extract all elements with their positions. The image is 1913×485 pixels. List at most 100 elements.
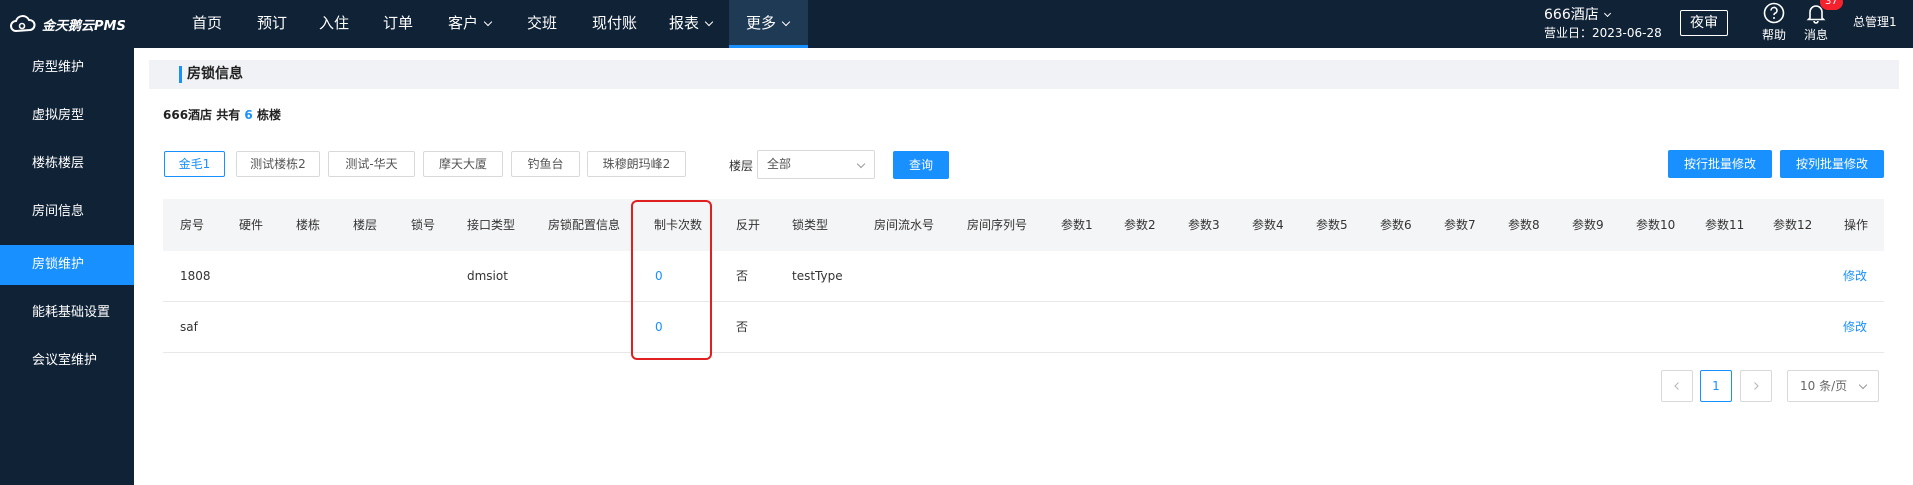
prev-page-button[interactable] bbox=[1661, 370, 1693, 402]
nav-reservation[interactable]: 预订 bbox=[257, 0, 287, 48]
col-param-3: 参数3 bbox=[1188, 218, 1220, 232]
building-tab-2[interactable]: 测试楼栋2 bbox=[236, 151, 320, 177]
nav-reports[interactable]: 报表 bbox=[669, 0, 714, 48]
section-accent-bar bbox=[179, 66, 182, 83]
nav-orders[interactable]: 订单 bbox=[383, 0, 413, 48]
highlight-box bbox=[631, 200, 712, 360]
col-lock-config: 房锁配置信息 bbox=[548, 218, 621, 232]
lock-type-cell: testType bbox=[792, 269, 843, 283]
nav-more-label: 更多 bbox=[746, 14, 777, 32]
col-hardware: 硬件 bbox=[239, 218, 264, 232]
edit-link[interactable]: 修改 bbox=[1843, 251, 1867, 302]
col-lock-no: 锁号 bbox=[411, 218, 436, 232]
room-no-cell: saf bbox=[180, 320, 198, 334]
logo[interactable]: 金天鹅云PMS bbox=[8, 13, 126, 35]
col-building: 楼栋 bbox=[296, 218, 321, 232]
batch-column-edit-button[interactable]: 按列批量修改 bbox=[1780, 150, 1884, 178]
col-param-1: 参数1 bbox=[1061, 218, 1093, 232]
night-audit-button[interactable]: 夜审 bbox=[1680, 10, 1728, 36]
col-reverse-open: 反开 bbox=[736, 218, 761, 232]
table-row: saf 0 否 修改 bbox=[163, 302, 1884, 353]
sidebar-item-room-info[interactable]: 房间信息 bbox=[0, 192, 134, 232]
messages-button[interactable]: 37 消息 bbox=[1798, 0, 1843, 46]
help-button[interactable]: 帮助 bbox=[1756, 2, 1792, 46]
cloud-logo-icon bbox=[10, 15, 36, 33]
chevron-down-icon bbox=[704, 17, 714, 27]
sidebar: 房型维护 虚拟房型 楼栋楼层 房间信息 房锁维护 能耗基础设置 会议室维护 bbox=[0, 48, 134, 485]
building-count: 6 bbox=[244, 108, 253, 122]
chevron-right-icon bbox=[1754, 382, 1759, 390]
hotel-selector[interactable]: 666酒店 bbox=[1544, 4, 1611, 24]
col-interface-type: 接口类型 bbox=[467, 218, 516, 232]
chevron-down-icon bbox=[1858, 380, 1868, 390]
nav-home[interactable]: 首页 bbox=[192, 0, 222, 48]
chevron-down-icon bbox=[781, 17, 791, 27]
col-param-2: 参数2 bbox=[1124, 218, 1156, 232]
chevron-down-icon bbox=[1603, 9, 1611, 18]
col-param-9: 参数9 bbox=[1572, 218, 1604, 232]
nav-more[interactable]: 更多 bbox=[729, 0, 808, 48]
summary-hotel: 666酒店 bbox=[163, 108, 213, 122]
nav-customers[interactable]: 客户 bbox=[448, 0, 493, 48]
reverse-open-cell: 否 bbox=[736, 320, 749, 334]
nav-cash-account[interactable]: 现付账 bbox=[592, 0, 637, 48]
reverse-open-cell: 否 bbox=[736, 269, 749, 283]
building-summary: 666酒店 共有 6 栋楼 bbox=[163, 106, 281, 123]
nav-checkin[interactable]: 入住 bbox=[319, 0, 349, 48]
table-row: 1808 dmsiot 0 否 testType 修改 bbox=[163, 251, 1884, 302]
nav-reports-label: 报表 bbox=[669, 14, 700, 32]
floor-label: 楼层 bbox=[729, 159, 754, 173]
interface-type-cell: dmsiot bbox=[467, 269, 508, 283]
building-tab-1[interactable]: 金毛1 bbox=[164, 151, 225, 177]
summary-mid: 共有 bbox=[212, 108, 245, 122]
col-param-10: 参数10 bbox=[1636, 218, 1676, 232]
top-navbar: 金天鹅云PMS 首页 预订 入住 订单 客户 交班 现付账 报表 更多 666酒… bbox=[0, 0, 1913, 48]
col-room-no: 房号 bbox=[180, 218, 205, 232]
page-size-select[interactable]: 10 条/页 bbox=[1787, 370, 1879, 402]
col-floor: 楼层 bbox=[353, 218, 378, 232]
col-param-12: 参数12 bbox=[1773, 218, 1813, 232]
sidebar-item-lock-maintenance[interactable]: 房锁维护 bbox=[0, 245, 134, 285]
building-tab-4[interactable]: 摩天大厦 bbox=[423, 151, 503, 177]
col-param-4: 参数4 bbox=[1252, 218, 1284, 232]
floor-select[interactable]: 全部 bbox=[757, 150, 875, 179]
batch-row-edit-button[interactable]: 按行批量修改 bbox=[1668, 150, 1772, 178]
sidebar-item-virtual-room-types[interactable]: 虚拟房型 bbox=[0, 96, 134, 136]
help-label: 帮助 bbox=[1761, 28, 1786, 42]
edit-link[interactable]: 修改 bbox=[1843, 302, 1867, 353]
summary-suffix: 栋楼 bbox=[252, 108, 281, 122]
logo-text: 金天鹅云PMS bbox=[42, 18, 126, 34]
section-header: 房锁信息 bbox=[149, 60, 1899, 89]
col-actions: 操作 bbox=[1844, 218, 1869, 232]
col-param-5: 参数5 bbox=[1316, 218, 1348, 232]
query-button[interactable]: 查询 bbox=[893, 151, 949, 179]
col-param-11: 参数11 bbox=[1705, 218, 1745, 232]
sidebar-item-meeting-rooms[interactable]: 会议室维护 bbox=[0, 341, 134, 381]
building-tab-3[interactable]: 测试-华天 bbox=[328, 151, 415, 177]
chevron-down-icon bbox=[856, 159, 866, 169]
nav-shift[interactable]: 交班 bbox=[527, 0, 557, 48]
user-menu[interactable]: 总管理1 bbox=[1853, 13, 1897, 30]
next-page-button[interactable] bbox=[1740, 370, 1772, 402]
col-param-8: 参数8 bbox=[1508, 218, 1540, 232]
col-param-6: 参数6 bbox=[1380, 218, 1412, 232]
chevron-down-icon bbox=[483, 17, 493, 27]
sidebar-item-buildings-floors[interactable]: 楼栋楼层 bbox=[0, 144, 134, 184]
nav-customers-label: 客户 bbox=[448, 14, 479, 32]
col-room-sequence: 房间序列号 bbox=[967, 218, 1028, 232]
col-room-serial: 房间流水号 bbox=[874, 218, 935, 232]
floor-select-value: 全部 bbox=[767, 157, 792, 171]
sidebar-item-energy-settings[interactable]: 能耗基础设置 bbox=[0, 293, 134, 333]
col-param-7: 参数7 bbox=[1444, 218, 1476, 232]
messages-label: 消息 bbox=[1803, 28, 1828, 42]
page-number-button[interactable]: 1 bbox=[1700, 370, 1732, 402]
building-tab-5[interactable]: 钓鱼台 bbox=[511, 151, 580, 177]
chevron-left-icon bbox=[1674, 382, 1679, 390]
table-header: 房号 硬件 楼栋 楼层 锁号 接口类型 房锁配置信息 制卡次数 反开 锁类型 房… bbox=[163, 199, 1884, 251]
help-icon bbox=[1763, 2, 1785, 24]
page-size-value: 10 条/页 bbox=[1800, 379, 1848, 393]
business-date: 营业日：2023-06-28 bbox=[1544, 26, 1662, 40]
sidebar-item-room-types[interactable]: 房型维护 bbox=[0, 48, 134, 88]
building-tab-6[interactable]: 珠穆朗玛峰2 bbox=[587, 151, 686, 177]
message-count-badge: 37 bbox=[1820, 0, 1843, 10]
